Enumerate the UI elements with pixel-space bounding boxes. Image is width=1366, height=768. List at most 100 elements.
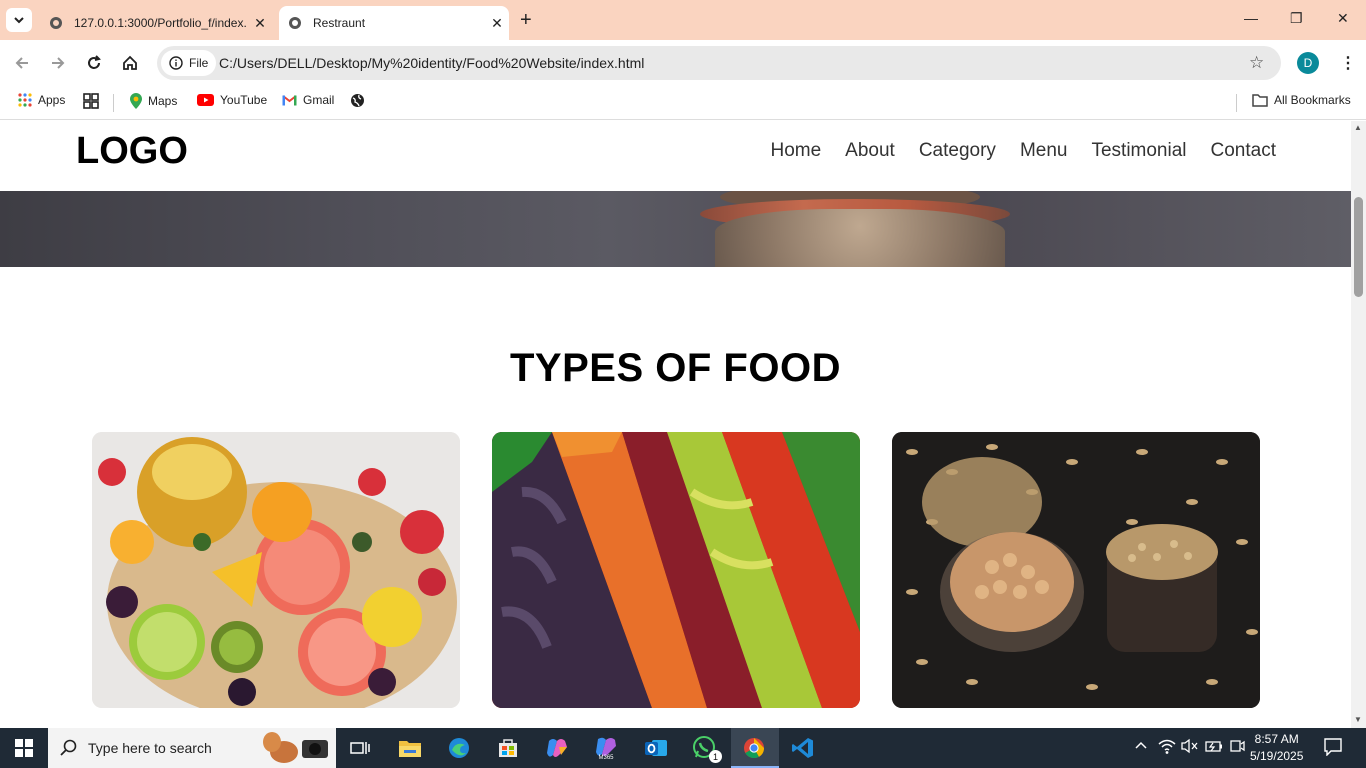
squirrel-search-highlight-icon [263,732,328,763]
battery-status[interactable] [1204,738,1224,757]
taskbar-search[interactable]: Type here to search [48,728,336,768]
nav-testimonial[interactable]: Testimonial [1091,140,1186,162]
hero-banner-image [0,191,1351,267]
outlook-icon [645,740,667,756]
reload-button[interactable] [84,53,104,73]
start-button[interactable] [11,736,37,760]
page-viewport: LOGO Home About Category Menu Testimonia… [0,121,1351,728]
nav-menu[interactable]: Menu [1020,140,1068,162]
copilot-button[interactable] [544,736,570,760]
close-window-button[interactable]: ✕ [1337,10,1349,27]
outlook-button[interactable] [643,736,669,760]
tab-groups-icon [83,93,99,109]
volume-muted-icon [1181,738,1198,754]
bookmark-label: Gmail [303,93,335,107]
chrome-button[interactable] [741,736,767,760]
tab-restraunt[interactable]: Restraunt ✕ [279,6,509,40]
battery-charging-icon [1205,741,1222,752]
profile-avatar[interactable]: D [1297,52,1319,74]
edge-button[interactable] [446,736,472,760]
scroll-down-arrow-icon[interactable]: ▼ [1354,715,1362,724]
maps-pin-icon [130,93,142,109]
notifications-button[interactable] [1324,738,1342,759]
arrow-right-icon [52,57,65,69]
notification-badge: 1 [709,750,722,763]
fruits-card[interactable] [92,432,460,708]
site-logo[interactable]: LOGO [76,130,188,173]
network-status[interactable] [1158,738,1176,757]
system-clock[interactable]: 8:57 AM 5/19/2025 [1250,731,1303,765]
fruit-platter-image [92,432,460,708]
bookmark-star-icon[interactable]: ☆ [1249,53,1264,73]
notification-icon [1324,738,1342,757]
info-icon [169,56,183,70]
vegetable-market-image [492,432,860,708]
bookmark-globe[interactable] [350,93,371,108]
tab-title: 127.0.0.1:3000/Portfolio_f/index. [74,16,247,30]
meet-now[interactable] [1229,738,1245,757]
bookmark-maps[interactable]: Maps [130,93,177,109]
site-header: LOGO Home About Category Menu Testimonia… [0,121,1351,191]
grains-card[interactable] [892,432,1260,708]
vscode-icon [792,738,813,758]
close-tab-icon[interactable]: ✕ [248,15,272,32]
vscode-button[interactable] [790,736,816,760]
main-nav: Home About Category Menu Testimonial Con… [770,140,1276,162]
url-text[interactable]: C:/Users/DELL/Desktop/My%20identity/Food… [219,55,644,71]
file-explorer-button[interactable] [397,736,423,760]
nav-category[interactable]: Category [919,140,996,162]
whatsapp-button[interactable]: 1 [692,736,722,763]
address-bar[interactable]: File C:/Users/DELL/Desktop/My%20identity… [157,46,1281,80]
bookmark-divider [1236,94,1237,112]
m365-icon: M365 [596,737,616,760]
search-icon [60,739,77,756]
all-bookmarks-button[interactable]: All Bookmarks [1252,93,1351,107]
m365-button[interactable]: M365 [593,736,619,760]
home-button[interactable] [120,53,140,73]
tab-strip: 127.0.0.1:3000/Portfolio_f/index. ✕ Rest… [0,0,1366,40]
store-icon [499,739,517,757]
scroll-up-arrow-icon[interactable]: ▲ [1354,123,1362,132]
nav-home[interactable]: Home [770,140,821,162]
svg-text:M365: M365 [598,755,614,760]
minimize-button[interactable]: — [1244,10,1258,26]
youtube-icon [197,94,214,106]
bookmarks-bar: Apps Maps YouTube Gmail All Bookmarks [0,86,1366,120]
bookmark-label: Apps [38,93,66,107]
edge-icon [449,738,469,758]
new-tab-button[interactable]: + [520,10,532,30]
arrow-left-icon [15,57,28,69]
task-view-icon [350,742,370,754]
bookmark-youtube[interactable]: YouTube [197,93,267,107]
copilot-icon [547,739,567,757]
tab-portfolio[interactable]: 127.0.0.1:3000/Portfolio_f/index. ✕ [40,6,272,40]
vegetables-card[interactable] [492,432,860,708]
tab-search-button[interactable] [6,8,32,32]
bookmark-gmail[interactable]: Gmail [282,93,334,107]
bookmark-apps[interactable]: Apps [18,93,65,107]
globe-icon [350,93,365,108]
chrome-icon [744,738,765,759]
show-hidden-icons-button[interactable] [1134,738,1148,755]
back-button[interactable] [12,53,32,73]
volume-control[interactable] [1181,738,1199,757]
restore-button[interactable]: ❐ [1290,10,1303,27]
site-info-chip[interactable]: File [161,50,217,76]
nav-about[interactable]: About [845,140,895,162]
nav-contact[interactable]: Contact [1211,140,1276,162]
chip-label: File [189,56,209,70]
apps-grid-icon [18,93,32,107]
wifi-icon [1158,739,1176,754]
bookmark-tab-groups[interactable] [83,93,105,109]
task-view-button[interactable] [347,736,373,760]
menu-kebab-icon[interactable]: ⋮ [1340,53,1356,73]
close-tab-icon[interactable]: ✕ [485,15,509,32]
chickpeas-oats-image [892,432,1260,708]
scrollbar-thumb[interactable] [1354,197,1363,297]
all-bookmarks-label: All Bookmarks [1274,93,1351,107]
windows-taskbar: Type here to search M365 1 8:57 AM 5/19/… [0,728,1366,768]
section-title: TYPES OF FOOD [510,346,841,390]
page-scrollbar[interactable]: ▲ ▼ [1351,121,1366,728]
microsoft-store-button[interactable] [495,736,521,760]
forward-button[interactable] [48,53,68,73]
